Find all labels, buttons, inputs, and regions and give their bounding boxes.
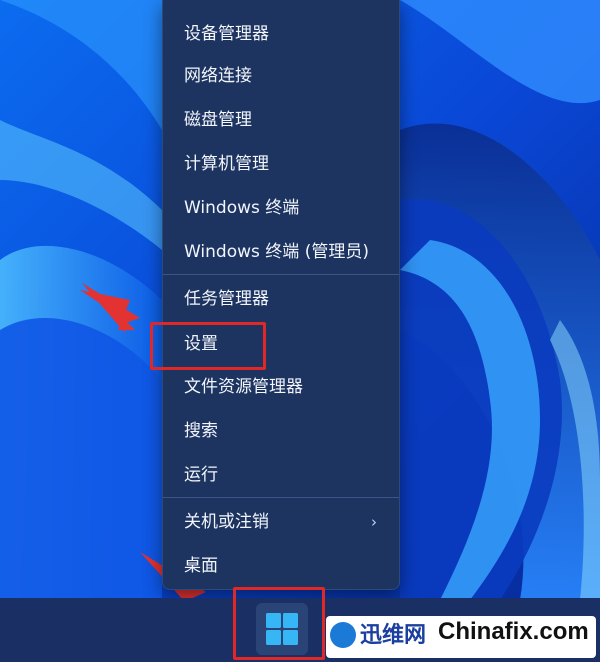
- menu-item-label: 运行: [184, 465, 218, 485]
- menu-item-label: 任务管理器: [184, 289, 269, 309]
- menu-item-label: Windows 终端: [184, 198, 300, 218]
- menu-item-label: Windows 终端 (管理员): [184, 242, 369, 262]
- menu-item-run[interactable]: 运行: [163, 455, 399, 495]
- menu-item-label: 文件资源管理器: [184, 377, 303, 397]
- menu-item-windows-terminal-admin[interactable]: Windows 终端 (管理员): [163, 232, 399, 272]
- menu-separator: [163, 497, 399, 498]
- menu-item-windows-terminal[interactable]: Windows 终端: [163, 188, 399, 228]
- chevron-right-icon: ›: [371, 513, 377, 531]
- menu-item-file-explorer[interactable]: 文件资源管理器: [163, 367, 399, 407]
- menu-item-desktop[interactable]: 桌面: [163, 546, 399, 586]
- menu-item-search[interactable]: 搜索: [163, 411, 399, 451]
- menu-item-label: 设备管理器: [184, 24, 269, 44]
- menu-item-label: 关机或注销: [184, 512, 269, 532]
- menu-item-task-manager[interactable]: 任务管理器: [163, 279, 399, 319]
- watermark-brand-cn: 迅维网: [360, 623, 427, 648]
- menu-separator: [163, 274, 399, 275]
- menu-item-label: 磁盘管理: [184, 110, 252, 130]
- menu-item-label: 搜索: [184, 421, 218, 441]
- winx-context-menu: 设备管理器 网络连接 磁盘管理 计算机管理 Windows 终端 Windows…: [162, 0, 400, 590]
- start-button-highlight-box: [233, 587, 325, 660]
- menu-item-disk-management[interactable]: 磁盘管理: [163, 100, 399, 140]
- settings-highlight-box: [150, 322, 266, 370]
- menu-item-computer-management[interactable]: 计算机管理: [163, 144, 399, 184]
- menu-item-label: 网络连接: [184, 66, 252, 86]
- watermark-logo-icon: [330, 622, 356, 648]
- menu-item-network-connections[interactable]: 网络连接: [163, 56, 399, 96]
- menu-item-device-manager[interactable]: 设备管理器: [163, 14, 399, 54]
- menu-item-label: 计算机管理: [184, 154, 269, 174]
- watermark-brand-en: Chinafix.com: [438, 618, 589, 645]
- menu-item-shutdown-signout[interactable]: 关机或注销 ›: [163, 502, 399, 542]
- menu-item-label: 桌面: [184, 556, 218, 576]
